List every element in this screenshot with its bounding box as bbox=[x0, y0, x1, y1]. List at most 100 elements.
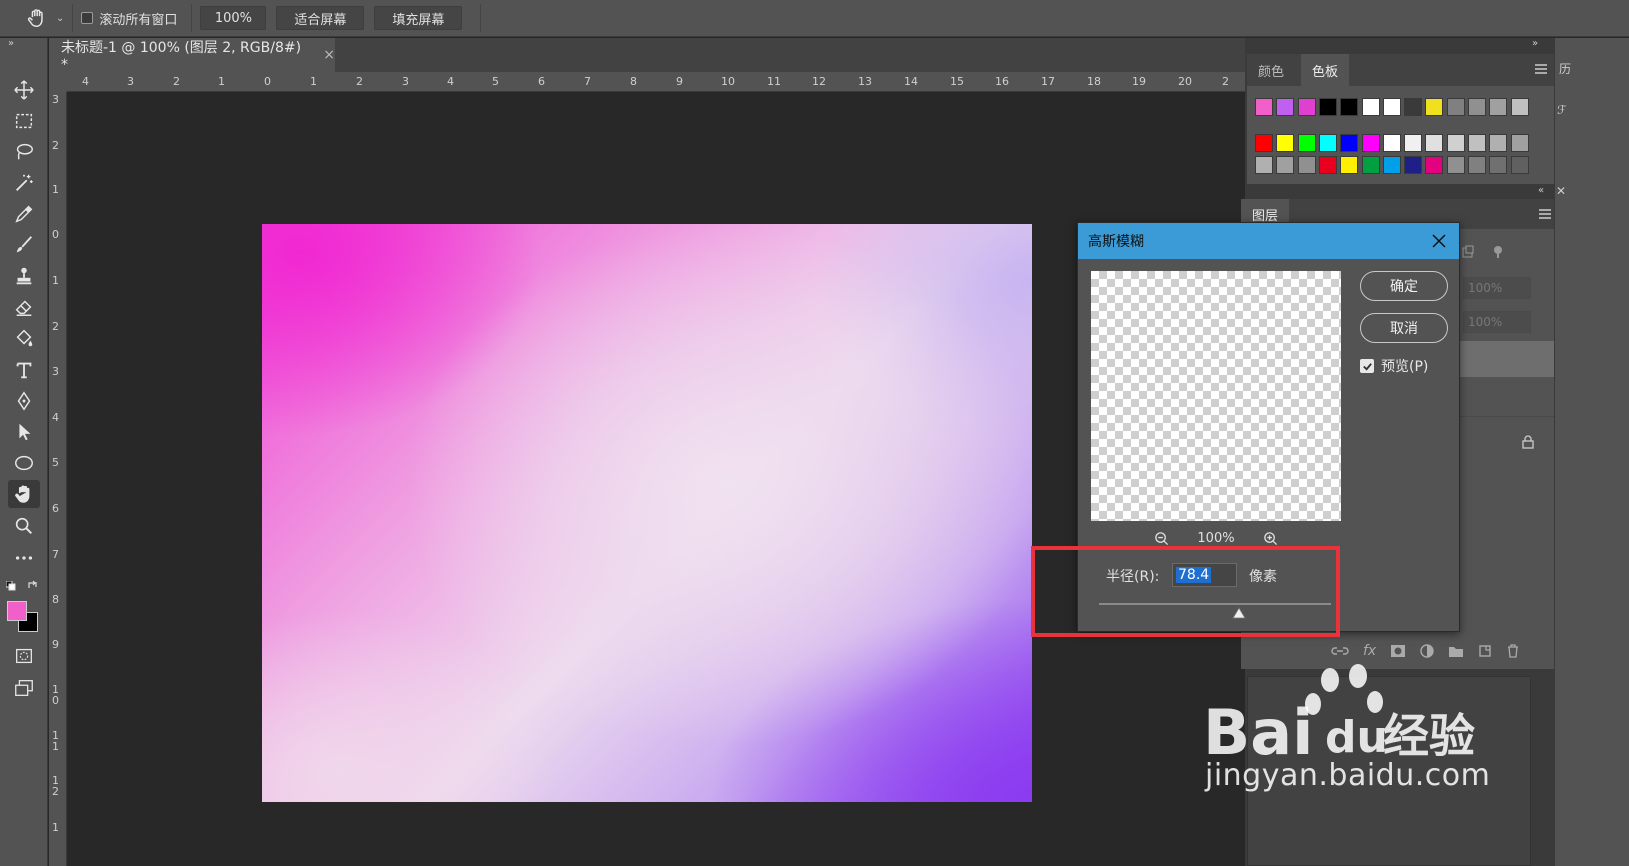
layer-row[interactable] bbox=[1451, 381, 1554, 417]
color-swatch[interactable] bbox=[1361, 134, 1380, 152]
color-swatch[interactable] bbox=[1361, 98, 1380, 116]
color-swatch[interactable] bbox=[1404, 98, 1423, 116]
panel-icon[interactable]: 历 bbox=[1559, 60, 1571, 80]
color-swatch[interactable] bbox=[1297, 134, 1316, 152]
layers-close-icon[interactable]: ✕ bbox=[1556, 184, 1566, 198]
eyedropper-tool-icon[interactable] bbox=[8, 200, 40, 228]
add-mask-icon[interactable] bbox=[1390, 644, 1406, 658]
checkbox-box[interactable] bbox=[81, 12, 94, 24]
path-selection-tool-icon[interactable] bbox=[8, 418, 40, 446]
eraser-tool-icon[interactable] bbox=[8, 293, 40, 321]
panel-menu-icon[interactable] bbox=[1538, 208, 1552, 220]
stamp-tool-icon[interactable] bbox=[8, 262, 40, 290]
color-swatch[interactable] bbox=[1382, 98, 1401, 116]
color-swatch[interactable] bbox=[1425, 156, 1444, 174]
horizontal-ruler[interactable]: 4 3 2 1 0 1 2 3 4 5 6 7 8 9 10 11 12 13 14 15 16 17 18 19 20 2 bbox=[67, 72, 1245, 92]
color-swatch[interactable] bbox=[1297, 156, 1316, 174]
screen-mode-icon[interactable] bbox=[8, 674, 40, 702]
color-swatch[interactable] bbox=[1255, 98, 1273, 116]
color-swatch[interactable] bbox=[1510, 98, 1529, 116]
color-swatch[interactable] bbox=[1446, 134, 1465, 152]
swap-colors-icon[interactable] bbox=[27, 579, 39, 591]
document-tab[interactable]: 未标题-1 @ 100% (图层 2, RGB/8#) * × bbox=[49, 38, 335, 73]
fit-screen-button[interactable]: 适合屏幕 bbox=[276, 6, 365, 30]
move-tool-icon[interactable] bbox=[8, 76, 40, 104]
color-swatch[interactable] bbox=[1510, 156, 1529, 174]
color-swatch[interactable] bbox=[1404, 156, 1423, 174]
brush-panel-icon[interactable]: ℱ bbox=[1557, 103, 1571, 117]
color-swatch[interactable] bbox=[1276, 156, 1295, 174]
layer-filter-icons[interactable] bbox=[1461, 245, 1541, 261]
layers-collapse-icon[interactable]: « bbox=[1538, 185, 1544, 196]
type-tool-icon[interactable] bbox=[8, 356, 40, 384]
adjustment-layer-icon[interactable] bbox=[1420, 644, 1434, 658]
color-swatch[interactable] bbox=[1468, 98, 1486, 116]
color-swatch[interactable] bbox=[1297, 98, 1316, 116]
ok-button[interactable]: 确定 bbox=[1360, 271, 1448, 301]
document-canvas[interactable] bbox=[262, 224, 1032, 802]
lasso-tool-icon[interactable] bbox=[8, 138, 40, 166]
preset-dropdown-icon[interactable]: ⌄ bbox=[56, 13, 64, 24]
marquee-tool-icon[interactable] bbox=[8, 107, 40, 135]
collapse-arrows-icon[interactable]: » bbox=[1532, 38, 1538, 49]
color-swatch[interactable] bbox=[1446, 98, 1465, 116]
color-swatch[interactable] bbox=[1382, 134, 1401, 152]
dialog-title-bar[interactable]: 高斯模糊 bbox=[1078, 223, 1459, 259]
color-swatch[interactable] bbox=[1318, 134, 1337, 152]
pen-tool-icon[interactable] bbox=[8, 387, 40, 415]
color-swatch[interactable] bbox=[1340, 156, 1359, 174]
color-swatch[interactable] bbox=[1468, 156, 1486, 174]
zoom-out-icon[interactable] bbox=[1154, 531, 1169, 546]
tab-color[interactable]: 颜色 bbox=[1247, 54, 1295, 86]
color-swatch[interactable] bbox=[1255, 156, 1273, 174]
panel-dock-arrows-icon[interactable]: » bbox=[8, 38, 14, 49]
close-document-icon[interactable]: × bbox=[323, 47, 335, 63]
quick-mask-icon[interactable] bbox=[8, 642, 40, 670]
color-swatch[interactable] bbox=[1425, 98, 1444, 116]
panel-menu-icon[interactable] bbox=[1534, 63, 1548, 75]
fill-field[interactable]: 100% bbox=[1463, 311, 1531, 333]
scroll-all-windows-checkbox[interactable]: 滚动所有窗口 bbox=[81, 9, 177, 28]
cancel-button[interactable]: 取消 bbox=[1360, 313, 1448, 343]
link-layers-icon[interactable] bbox=[1331, 644, 1349, 658]
color-swatch[interactable] bbox=[1489, 98, 1508, 116]
hand-tool-icon[interactable] bbox=[8, 480, 40, 508]
color-swatch[interactable] bbox=[1510, 134, 1529, 152]
foreground-color-swatch[interactable] bbox=[7, 601, 27, 621]
color-swatch[interactable] bbox=[1489, 134, 1508, 152]
fx-icon[interactable]: fx bbox=[1363, 643, 1376, 659]
zoom-tool-icon[interactable] bbox=[8, 512, 40, 540]
vertical-ruler[interactable]: 32101234567891 01 11 21 bbox=[49, 92, 67, 866]
preview-area[interactable] bbox=[1091, 271, 1341, 521]
color-swatch[interactable] bbox=[1276, 134, 1295, 152]
hand-tool-preset-icon[interactable] bbox=[26, 7, 48, 29]
layer-row-selected[interactable] bbox=[1451, 341, 1554, 377]
delete-layer-icon[interactable] bbox=[1506, 644, 1520, 658]
color-swatch[interactable] bbox=[1468, 134, 1486, 152]
opacity-field[interactable]: 100% bbox=[1463, 277, 1531, 299]
more-tools-icon[interactable] bbox=[8, 544, 40, 572]
fill-screen-button[interactable]: 填充屏幕 bbox=[374, 6, 463, 30]
color-swatch[interactable] bbox=[1318, 156, 1337, 174]
checkmark-icon[interactable] bbox=[1360, 359, 1374, 373]
filter-toggle-icon[interactable] bbox=[1491, 245, 1505, 259]
filter-smart-object-icon[interactable] bbox=[1461, 245, 1475, 259]
color-swatch[interactable] bbox=[1425, 134, 1444, 152]
color-swatch[interactable] bbox=[1489, 156, 1508, 174]
default-colors-icon[interactable] bbox=[5, 580, 16, 591]
color-swatch[interactable] bbox=[1340, 134, 1359, 152]
color-swatch[interactable] bbox=[1382, 156, 1401, 174]
close-dialog-icon[interactable] bbox=[1429, 231, 1449, 251]
zoom-100-button[interactable]: 100% bbox=[200, 6, 267, 30]
preview-checkbox[interactable]: 预览(P) bbox=[1360, 356, 1428, 376]
color-swatch[interactable] bbox=[1361, 156, 1380, 174]
new-layer-icon[interactable] bbox=[1478, 644, 1492, 658]
tab-swatches[interactable]: 色板 bbox=[1301, 54, 1350, 86]
color-swatch[interactable] bbox=[1318, 98, 1337, 116]
new-group-icon[interactable] bbox=[1448, 644, 1464, 658]
color-swatch[interactable] bbox=[1255, 134, 1273, 152]
color-swatch[interactable] bbox=[1340, 98, 1359, 116]
zoom-in-icon[interactable] bbox=[1263, 531, 1278, 546]
brush-tool-icon[interactable] bbox=[8, 231, 40, 259]
ellipse-tool-icon[interactable] bbox=[8, 449, 40, 477]
